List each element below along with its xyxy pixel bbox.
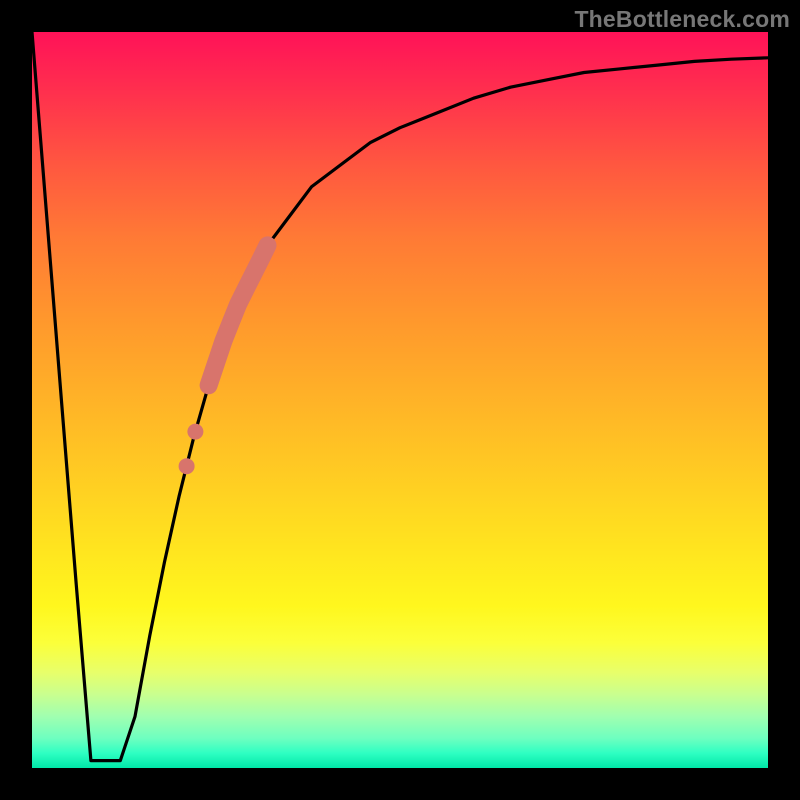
watermark-text: TheBottleneck.com — [574, 6, 790, 33]
highlight-dot — [187, 424, 203, 440]
bottleneck-curve — [32, 32, 768, 761]
highlight-band — [209, 245, 268, 385]
highlight-dot — [179, 458, 195, 474]
chart-frame: TheBottleneck.com — [0, 0, 800, 800]
curve-svg — [32, 32, 768, 768]
plot-area — [32, 32, 768, 768]
